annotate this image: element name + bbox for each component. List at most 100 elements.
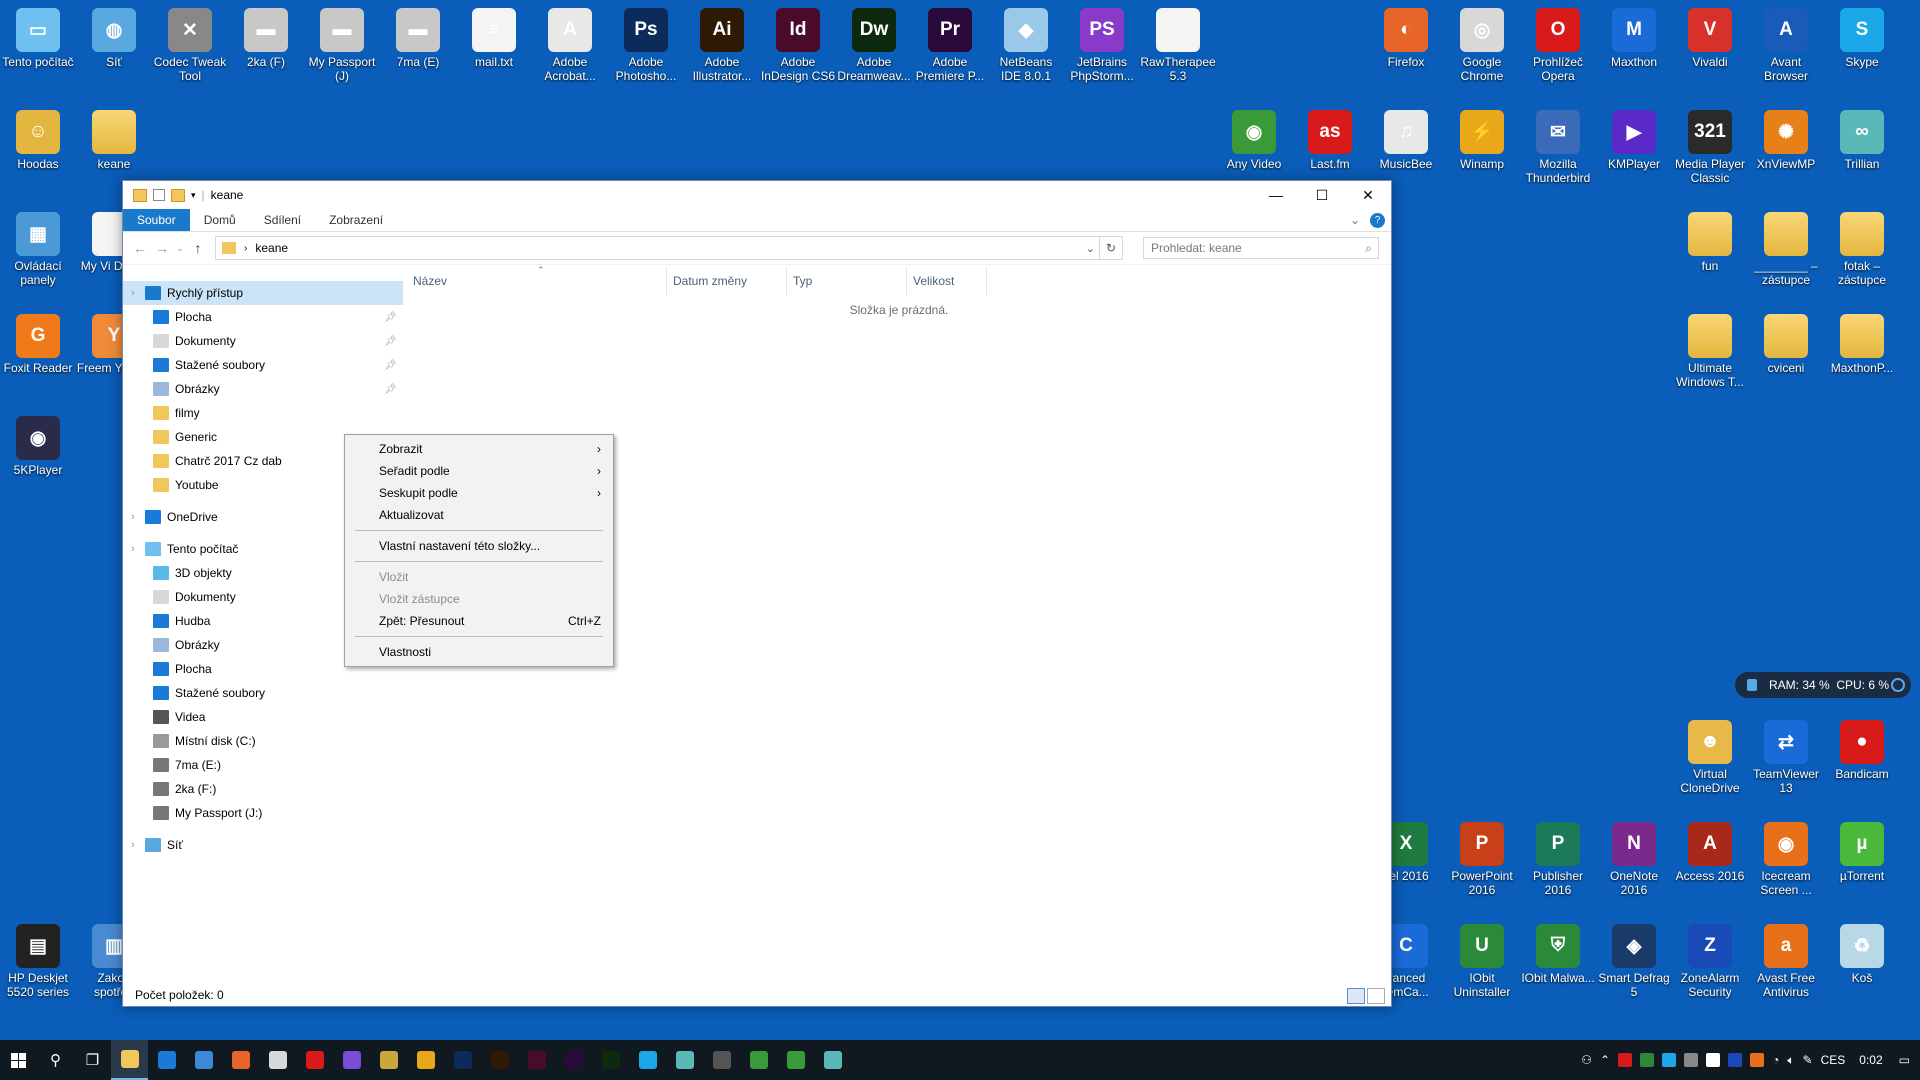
taskbar-app-button[interactable]: [592, 1040, 629, 1080]
taskbar-app-button[interactable]: [333, 1040, 370, 1080]
tab-sdílení[interactable]: Sdílení: [250, 209, 315, 231]
desktop-icon[interactable]: µ µTorrent: [1824, 822, 1900, 883]
tray-app-icon[interactable]: [1706, 1053, 1721, 1067]
desktop-icon[interactable]: Id Adobe InDesign CS6: [760, 8, 836, 83]
taskbar-app-button[interactable]: [259, 1040, 296, 1080]
desktop-icon[interactable]: as Last.fm: [1292, 110, 1368, 171]
nav-item[interactable]: filmy: [123, 401, 403, 425]
taskbar-app-button[interactable]: [555, 1040, 592, 1080]
desktop-icon[interactable]: V Vivaldi: [1672, 8, 1748, 69]
search-input[interactable]: Prohledat: keane ⌕: [1143, 237, 1379, 259]
desktop-icon[interactable]: ◍ Síť: [76, 8, 152, 69]
desktop-icon[interactable]: ⇄ TeamViewer 13: [1748, 720, 1824, 795]
search-icon[interactable]: ⌕: [1365, 241, 1372, 256]
title-bar[interactable]: ▾ | keane — ☐ ✕: [123, 181, 1391, 209]
minimize-button[interactable]: —: [1253, 181, 1299, 209]
desktop-icon[interactable]: ________ – zástupce: [1748, 212, 1824, 287]
taskbar-app-button[interactable]: [296, 1040, 333, 1080]
taskbar-app-button[interactable]: [666, 1040, 703, 1080]
desktop-icon[interactable]: A Avant Browser: [1748, 8, 1824, 83]
desktop-icon[interactable]: N OneNote 2016: [1596, 822, 1672, 897]
nav-item[interactable]: Obrázky 📌︎: [123, 377, 403, 401]
nav-item[interactable]: Dokumenty 📌︎: [123, 329, 403, 353]
tray-app-icon[interactable]: [1640, 1053, 1655, 1067]
tray-app-icon[interactable]: [1618, 1053, 1633, 1067]
clock[interactable]: 0:02: [1859, 1053, 1882, 1067]
desktop-icon[interactable]: ⛨ IObit Malwa...: [1520, 924, 1596, 985]
desktop-icon[interactable]: keane: [76, 110, 152, 171]
desktop-icon[interactable]: PS JetBrains PhpStorm...: [1064, 8, 1140, 83]
desktop-icon[interactable]: ◆ NetBeans IDE 8.0.1: [988, 8, 1064, 83]
desktop-icon[interactable]: A Access 2016: [1672, 822, 1748, 883]
menu-item[interactable]: Vlastní nastavení této složky...: [345, 535, 613, 557]
maximize-button[interactable]: ☐: [1299, 181, 1345, 209]
desktop-icon[interactable]: M Maxthon: [1596, 8, 1672, 69]
desktop-icon[interactable]: MaxthonP...: [1824, 314, 1900, 375]
desktop-icon[interactable]: ▦ Ovládací panely: [0, 212, 76, 287]
desktop-icon[interactable]: ▬ My Passport (J): [304, 8, 380, 83]
tray-app-icon[interactable]: [1662, 1053, 1677, 1067]
desktop-icon[interactable]: Ai Adobe Illustrator...: [684, 8, 760, 83]
desktop-icon[interactable]: ☻ Virtual CloneDrive: [1672, 720, 1748, 795]
column-header[interactable]: Typ: [787, 267, 907, 295]
desktop-icon[interactable]: ✺ XnViewMP: [1748, 110, 1824, 171]
desktop-icon[interactable]: a Avast Free Antivirus: [1748, 924, 1824, 999]
nav-item[interactable]: 2ka (F:): [123, 777, 403, 801]
desktop-icon[interactable]: Ps Adobe Photosho...: [608, 8, 684, 83]
nav-item[interactable]: Stažené soubory: [123, 681, 403, 705]
taskbar-app-button[interactable]: [777, 1040, 814, 1080]
taskbar-app-button[interactable]: [222, 1040, 259, 1080]
desktop-icon[interactable]: ◈ Smart Defrag 5: [1596, 924, 1672, 999]
start-button[interactable]: [0, 1040, 37, 1080]
nav-item[interactable]: › Síť: [123, 833, 403, 857]
taskbar-app-button[interactable]: [481, 1040, 518, 1080]
menu-item[interactable]: Seřadit podle ›: [345, 460, 613, 482]
desktop-icon[interactable]: U IObit Uninstaller: [1444, 924, 1520, 999]
desktop-icon[interactable]: ⚡ Winamp: [1444, 110, 1520, 171]
desktop-icon[interactable]: ▤ HP Deskjet 5520 series: [0, 924, 76, 999]
desktop-icon[interactable]: cviceni: [1748, 314, 1824, 375]
notifications-icon[interactable]: ▭: [1899, 1053, 1910, 1067]
up-arrow-icon[interactable]: ↑: [187, 240, 209, 256]
nav-item[interactable]: Videa: [123, 705, 403, 729]
chevron-right-icon[interactable]: ›: [131, 839, 135, 851]
chevron-right-icon[interactable]: ›: [131, 543, 135, 555]
close-button[interactable]: ✕: [1345, 181, 1391, 209]
system-monitor-widget[interactable]: RAM: 34 % CPU: 6 %: [1735, 672, 1911, 698]
desktop-icon[interactable]: P Publisher 2016: [1520, 822, 1596, 897]
language-indicator[interactable]: CES: [1821, 1053, 1846, 1067]
chevron-right-icon[interactable]: ›: [244, 243, 247, 254]
desktop-icon[interactable]: ◉ Icecream Screen ...: [1748, 822, 1824, 897]
taskbar-app-button[interactable]: [703, 1040, 740, 1080]
desktop-icon[interactable]: fun: [1672, 212, 1748, 273]
chevron-right-icon[interactable]: ›: [131, 287, 135, 299]
taskbar-app-button[interactable]: [111, 1040, 148, 1080]
details-view-icon[interactable]: [1347, 988, 1365, 1004]
taskbar-app-button[interactable]: [407, 1040, 444, 1080]
desktop-icon[interactable]: Ultimate Windows T...: [1672, 314, 1748, 389]
desktop-icon[interactable]: ✕ Codec Tweak Tool: [152, 8, 228, 83]
desktop-icon[interactable]: ▬ 2ka (F): [228, 8, 304, 69]
menu-item[interactable]: Seskupit podle ›: [345, 482, 613, 504]
tray-app-icon[interactable]: [1750, 1053, 1765, 1067]
desktop-icon[interactable]: ♻ Koš: [1824, 924, 1900, 985]
taskbar-app-button[interactable]: [518, 1040, 555, 1080]
pen-icon[interactable]: ✎: [1803, 1053, 1813, 1067]
nav-item[interactable]: Plocha 📌︎: [123, 305, 403, 329]
desktop-icon[interactable]: ≡ mail.txt: [456, 8, 532, 69]
help-icon[interactable]: ?: [1370, 212, 1385, 228]
tab-zobrazení[interactable]: Zobrazení: [315, 209, 397, 231]
desktop-icon[interactable]: ♫ MusicBee: [1368, 110, 1444, 171]
desktop-icon[interactable]: O Prohlížeč Opera: [1520, 8, 1596, 83]
desktop-icon[interactable]: P PowerPoint 2016: [1444, 822, 1520, 897]
chevron-down-icon[interactable]: ⌄: [1350, 213, 1360, 227]
desktop-icon[interactable]: fotak – zástupce: [1824, 212, 1900, 287]
taskbar-app-button[interactable]: [370, 1040, 407, 1080]
menu-item[interactable]: Vlastnosti: [345, 641, 613, 663]
desktop-icon[interactable]: ● Bandicam: [1824, 720, 1900, 781]
desktop-icon[interactable]: ◐ Firefox: [1368, 8, 1444, 69]
desktop-icon[interactable]: ▶ KMPlayer: [1596, 110, 1672, 171]
desktop-icon[interactable]: ◎ Google Chrome: [1444, 8, 1520, 83]
task-view-button[interactable]: ❐: [74, 1040, 111, 1080]
chevron-down-icon[interactable]: ⌄: [1086, 242, 1095, 255]
